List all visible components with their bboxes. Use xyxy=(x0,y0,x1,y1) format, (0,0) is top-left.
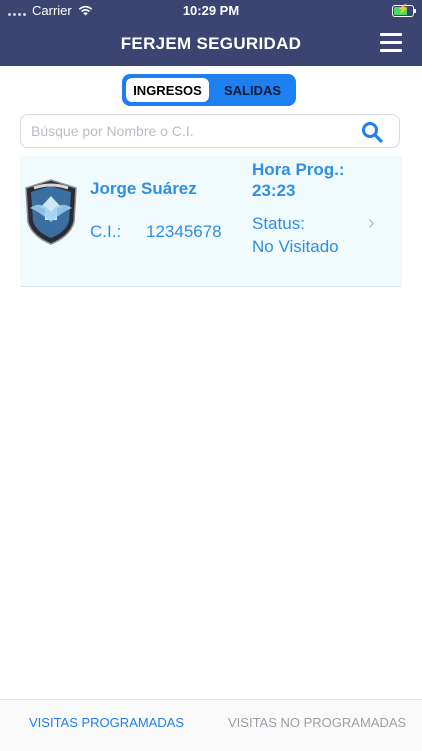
status-value: No Visitado xyxy=(252,237,339,256)
chevron-right-icon: › xyxy=(368,212,375,234)
search-icon[interactable] xyxy=(361,121,383,143)
search-input[interactable] xyxy=(29,122,353,140)
tab-bar: VISITAS PROGRAMADAS VISITAS NO PROGRAMAD… xyxy=(0,699,422,751)
security-badge-logo-icon xyxy=(25,179,77,245)
status-bar: Carrier 10:29 PM ⚡ xyxy=(0,0,422,22)
status-label: Status: xyxy=(252,214,305,233)
tab-visitas-no-programadas[interactable]: VISITAS NO PROGRAMADAS xyxy=(228,715,406,730)
battery-charging-icon: ⚡ xyxy=(392,4,416,17)
page-title: FERJEM SEGURIDAD xyxy=(120,34,302,53)
segment-ingresos[interactable]: INGRESOS xyxy=(126,78,209,102)
segment-salidas[interactable]: SALIDAS xyxy=(211,76,294,104)
search-bar xyxy=(20,114,400,148)
scheduled-time-label: Hora Prog.: xyxy=(252,160,345,179)
visitor-name: Jorge Suárez xyxy=(90,179,197,198)
navigation-bar: FERJEM SEGURIDAD xyxy=(0,22,422,66)
hamburger-menu-icon[interactable] xyxy=(380,33,402,53)
segmented-control: INGRESOS SALIDAS xyxy=(122,74,296,106)
scheduled-time-value: 23:23 xyxy=(252,181,296,200)
visit-list-item[interactable]: Jorge Suárez C.I.: 12345678 Hora Prog.: … xyxy=(20,156,402,287)
tab-visitas-programadas[interactable]: VISITAS PROGRAMADAS xyxy=(29,715,184,730)
ci-value: 12345678 xyxy=(146,222,222,241)
ci-label: C.I.: xyxy=(90,222,122,241)
clock-label: 10:29 PM xyxy=(182,3,240,18)
